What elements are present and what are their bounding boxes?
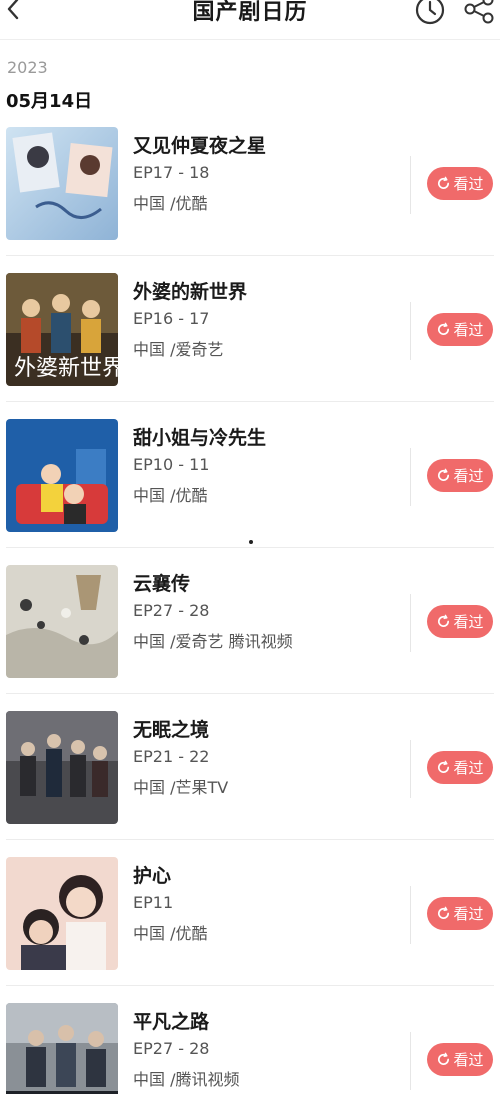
platform-label: 中国 /爱奇艺 腾讯视频: [133, 632, 293, 651]
watched-button[interactable]: 看过: [427, 751, 493, 784]
divider: [410, 594, 411, 652]
poster-image[interactable]: [6, 127, 118, 240]
show-title[interactable]: 无眠之境: [133, 715, 209, 742]
poster-image[interactable]: [6, 419, 118, 532]
watched-button[interactable]: 看过: [427, 897, 493, 930]
platform-label: 中国 /芒果TV: [133, 778, 229, 797]
watched-label: 看过: [453, 1051, 484, 1069]
poster-image[interactable]: 外婆新世界: [6, 273, 118, 386]
list-item[interactable]: 护心 EP11 中国 /优酷 看过: [0, 840, 500, 986]
poster-image[interactable]: [6, 711, 118, 824]
watched-button[interactable]: 看过: [427, 313, 493, 346]
refresh-heart-icon: [438, 614, 450, 627]
list-item[interactable]: 云襄传 EP27 - 28 中国 /爱奇艺 腾讯视频 看过: [0, 548, 500, 694]
show-title[interactable]: 云襄传: [133, 569, 190, 596]
svg-text:外婆新世界: 外婆新世界: [14, 356, 118, 381]
watched-label: 看过: [453, 467, 484, 485]
watched-label: 看过: [453, 175, 484, 193]
refresh-heart-icon: [438, 1052, 450, 1065]
episode-range: EP10 - 11: [133, 455, 210, 474]
show-title[interactable]: 护心: [133, 861, 171, 888]
show-title[interactable]: 平凡之路: [133, 1007, 209, 1034]
divider: [410, 740, 411, 798]
list-item[interactable]: 外婆新世界 外婆的新世界 EP16 - 17 中国 /爱奇艺 看过: [0, 256, 500, 402]
clock-icon: [415, 0, 445, 25]
show-title[interactable]: 外婆的新世界: [133, 277, 247, 304]
platform-label: 中国 /优酷: [133, 924, 208, 943]
watched-label: 看过: [453, 759, 484, 777]
scroll-indicator-dot: [249, 540, 253, 544]
episode-range: EP21 - 22: [133, 747, 210, 766]
divider: [410, 886, 411, 944]
refresh-heart-icon: [438, 176, 450, 189]
episode-range: EP11: [133, 893, 174, 912]
watched-button[interactable]: 看过: [427, 459, 493, 492]
list-item[interactable]: 又见仲夏夜之星 EP17 - 18 中国 /优酷 看过: [0, 110, 500, 256]
list-item[interactable]: 平凡之路 EP27 - 28 中国 /腾讯视频 看过: [0, 986, 500, 1094]
poster-image[interactable]: [6, 857, 118, 970]
poster-image[interactable]: [6, 1003, 118, 1094]
watched-button[interactable]: 看过: [427, 167, 493, 200]
list-item[interactable]: 甜小姐与冷先生 EP10 - 11 中国 /优酷 看过: [0, 402, 500, 548]
watched-button[interactable]: 看过: [427, 605, 493, 638]
share-button[interactable]: [462, 0, 496, 24]
poster-image[interactable]: [6, 565, 118, 678]
year-label: 2023: [7, 58, 48, 77]
platform-label: 中国 /爱奇艺: [133, 340, 224, 359]
episode-range: EP27 - 28: [133, 601, 210, 620]
platform-label: 中国 /优酷: [133, 194, 208, 213]
refresh-heart-icon: [438, 468, 450, 481]
list-item[interactable]: 无眠之境 EP21 - 22 中国 /芒果TV 看过: [0, 694, 500, 840]
top-bar: 国产剧日历: [0, 0, 500, 40]
divider: [410, 448, 411, 506]
refresh-heart-icon: [438, 906, 450, 919]
refresh-heart-icon: [438, 760, 450, 773]
watched-label: 看过: [453, 613, 484, 631]
episode-range: EP17 - 18: [133, 163, 210, 182]
platform-label: 中国 /优酷: [133, 486, 208, 505]
episode-range: EP16 - 17: [133, 309, 210, 328]
divider: [410, 156, 411, 214]
history-button[interactable]: [414, 0, 446, 26]
share-icon: [464, 0, 494, 24]
refresh-heart-icon: [438, 322, 450, 335]
episode-range: EP27 - 28: [133, 1039, 210, 1058]
watched-label: 看过: [453, 905, 484, 923]
divider: [410, 302, 411, 360]
watched-label: 看过: [453, 321, 484, 339]
platform-label: 中国 /腾讯视频: [133, 1070, 240, 1089]
divider: [410, 1032, 411, 1090]
show-title[interactable]: 甜小姐与冷先生: [133, 423, 266, 450]
show-title[interactable]: 又见仲夏夜之星: [133, 131, 266, 158]
watched-button[interactable]: 看过: [427, 1043, 493, 1076]
